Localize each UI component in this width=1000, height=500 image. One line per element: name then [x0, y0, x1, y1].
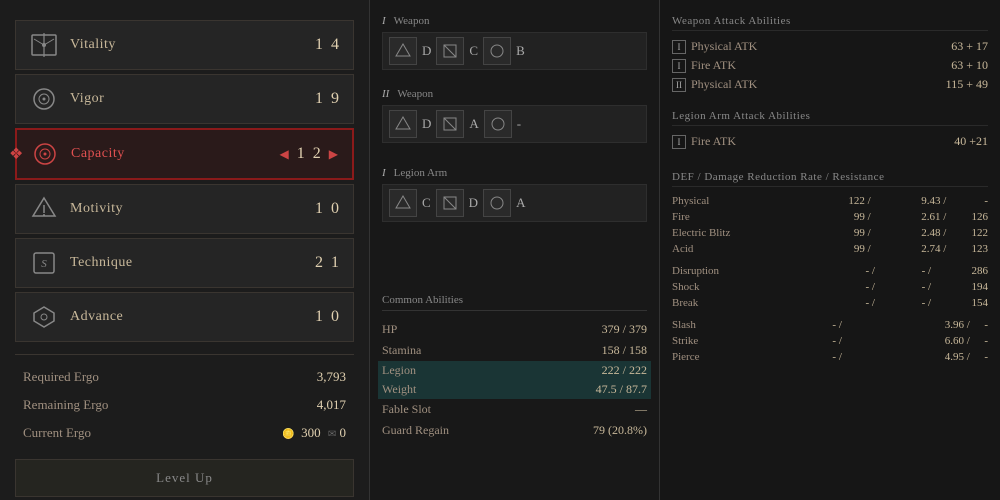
attack-row-3: II Physical ATK 115 + 49	[672, 75, 988, 94]
ability-legion: Legion 222 / 222	[378, 361, 651, 380]
current-ergo-row: Current Ergo 🪙 300 ✉ 0	[15, 419, 354, 447]
motivity-icon	[28, 193, 60, 225]
right-panel: Weapon Attack Abilities I Physical ATK 6…	[660, 0, 1000, 500]
stat-value-vigor: 1 9	[315, 90, 341, 108]
common-abilities-header: Common Abilities	[382, 294, 647, 311]
stat-value-technique: 2 1	[315, 254, 341, 272]
remaining-ergo-val: 4,017	[317, 397, 346, 413]
legion-attack-row-1: I Fire ATK 40 +21	[672, 132, 988, 151]
stat-row-motivity[interactable]: Motivity 1 0	[15, 184, 354, 234]
capacity-arrow-left[interactable]: ◀	[280, 147, 291, 162]
def-fire: Fire 99 / 2.61 / 126	[672, 209, 988, 225]
vigor-icon	[28, 83, 60, 115]
weapon-1-slot-2	[436, 37, 464, 65]
legion-arm-label: I Legion Arm	[382, 167, 647, 179]
remaining-ergo-row: Remaining Ergo 4,017	[15, 391, 354, 419]
def-disruption: Disruption - / - / 286	[672, 263, 988, 279]
ability-weight: Weight 47.5 / 87.7	[378, 380, 651, 399]
def-strike: Strike - / 6.60 / -	[672, 333, 988, 349]
def-slash: Slash - / 3.96 / -	[672, 317, 988, 333]
main-container: Vitality 1 4 Vigor 1 9 ❖	[0, 0, 1000, 500]
ability-stamina: Stamina 158 / 158	[382, 340, 647, 361]
ability-fable: Fable Slot —	[382, 399, 647, 420]
weapon-2-slot-2	[436, 110, 464, 138]
capacity-icon	[29, 138, 61, 170]
weapon-2-slot-3	[484, 110, 512, 138]
level-up-button[interactable]: Level Up	[15, 459, 354, 497]
weapon-2-label: II Weapon	[382, 88, 647, 100]
legion-slot-2	[436, 189, 464, 217]
legion-attack-section: Legion Arm Attack Abilities I Fire ATK 4…	[672, 110, 988, 151]
weapon-2-slot-1	[389, 110, 417, 138]
ergo-section: Required Ergo 3,793 Remaining Ergo 4,017…	[15, 354, 354, 447]
capacity-arrow-right[interactable]: ▶	[329, 147, 340, 162]
stat-name-technique: Technique	[70, 255, 315, 271]
def-section-header: DEF / Damage Reduction Rate / Resistance	[672, 171, 988, 187]
stat-row-vitality[interactable]: Vitality 1 4	[15, 20, 354, 70]
legion-slot-1	[389, 189, 417, 217]
stat-value-motivity: 1 0	[315, 200, 341, 218]
weapon-1-section: I Weapon D C B	[382, 15, 647, 70]
middle-panel: I Weapon D C B	[370, 0, 660, 500]
legion-attack-header: Legion Arm Attack Abilities	[672, 110, 988, 126]
def-table: Physical 122 / 9.43 / - Fire 99 / 2.61 /…	[672, 193, 988, 257]
slash-table: Slash - / 3.96 / - Strike - / 6.60 / - P…	[672, 317, 988, 365]
left-panel: Vitality 1 4 Vigor 1 9 ❖	[0, 0, 370, 500]
def-physical: Physical 122 / 9.43 / -	[672, 193, 988, 209]
current-ergo-label: Current Ergo	[23, 425, 91, 441]
stat-row-capacity[interactable]: ❖ Capacity ◀ 1 2 ▶	[15, 128, 354, 180]
level-indicator: ❖	[9, 144, 23, 164]
legion-slot-3	[483, 189, 511, 217]
remaining-ergo-label: Remaining Ergo	[23, 397, 108, 413]
weapons-container: I Weapon D C B	[382, 15, 647, 234]
weapon-1-slot-1	[389, 37, 417, 65]
weapon-2-slots[interactable]: D A -	[382, 105, 647, 143]
legion-arm-section: I Legion Arm C D A	[382, 167, 647, 222]
stat-row-technique[interactable]: S Technique 2 1	[15, 238, 354, 288]
weapon-attack-section: Weapon Attack Abilities I Physical ATK 6…	[672, 15, 988, 94]
ability-hp: HP 379 / 379	[382, 319, 647, 340]
advance-icon	[28, 301, 60, 333]
stat-name-capacity: Capacity	[71, 146, 280, 162]
stat-name-motivity: Motivity	[70, 201, 315, 217]
def-pierce: Pierce - / 4.95 / -	[672, 349, 988, 365]
status-section: Disruption - / - / 286 Shock - / - / 194…	[672, 263, 988, 311]
slash-section: Slash - / 3.96 / - Strike - / 6.60 / - P…	[672, 317, 988, 365]
weapon-2-section: II Weapon D A -	[382, 88, 647, 143]
def-break: Break - / - / 154	[672, 295, 988, 311]
stat-value-vitality: 1 4	[315, 36, 341, 54]
def-acid: Acid 99 / 2.74 / 123	[672, 241, 988, 257]
def-electric: Electric Blitz 99 / 2.48 / 122	[672, 225, 988, 241]
stat-value-advance: 1 0	[315, 308, 341, 326]
weapon-1-label: I Weapon	[382, 15, 647, 27]
attack-row-1: I Physical ATK 63 + 17	[672, 37, 988, 56]
attack-row-2: I Fire ATK 63 + 10	[672, 56, 988, 75]
weapon-1-slot-3	[483, 37, 511, 65]
weapon-attack-header: Weapon Attack Abilities	[672, 15, 988, 31]
svg-text:S: S	[41, 258, 47, 270]
def-section: DEF / Damage Reduction Rate / Resistance…	[672, 171, 988, 257]
required-ergo-val: 3,793	[317, 369, 346, 385]
vitality-icon	[28, 29, 60, 61]
legion-arm-slots[interactable]: C D A	[382, 184, 647, 222]
technique-icon: S	[28, 247, 60, 279]
required-ergo-label: Required Ergo	[23, 369, 99, 385]
ability-guard-regain: Guard Regain 79 (20.8%)	[382, 420, 647, 441]
common-abilities-section: Common Abilities HP 379 / 379 Stamina 15…	[382, 294, 647, 441]
stat-value-capacity: ◀ 1 2 ▶	[280, 145, 340, 163]
stat-name-advance: Advance	[70, 309, 315, 325]
stat-row-vigor[interactable]: Vigor 1 9	[15, 74, 354, 124]
def-shock: Shock - / - / 194	[672, 279, 988, 295]
status-table: Disruption - / - / 286 Shock - / - / 194…	[672, 263, 988, 311]
weapon-1-slots[interactable]: D C B	[382, 32, 647, 70]
current-ergo-val: 🪙 300 ✉ 0	[282, 425, 346, 441]
stat-name-vitality: Vitality	[70, 37, 315, 53]
stat-row-advance[interactable]: Advance 1 0	[15, 292, 354, 342]
required-ergo-row: Required Ergo 3,793	[15, 363, 354, 391]
stat-name-vigor: Vigor	[70, 91, 315, 107]
